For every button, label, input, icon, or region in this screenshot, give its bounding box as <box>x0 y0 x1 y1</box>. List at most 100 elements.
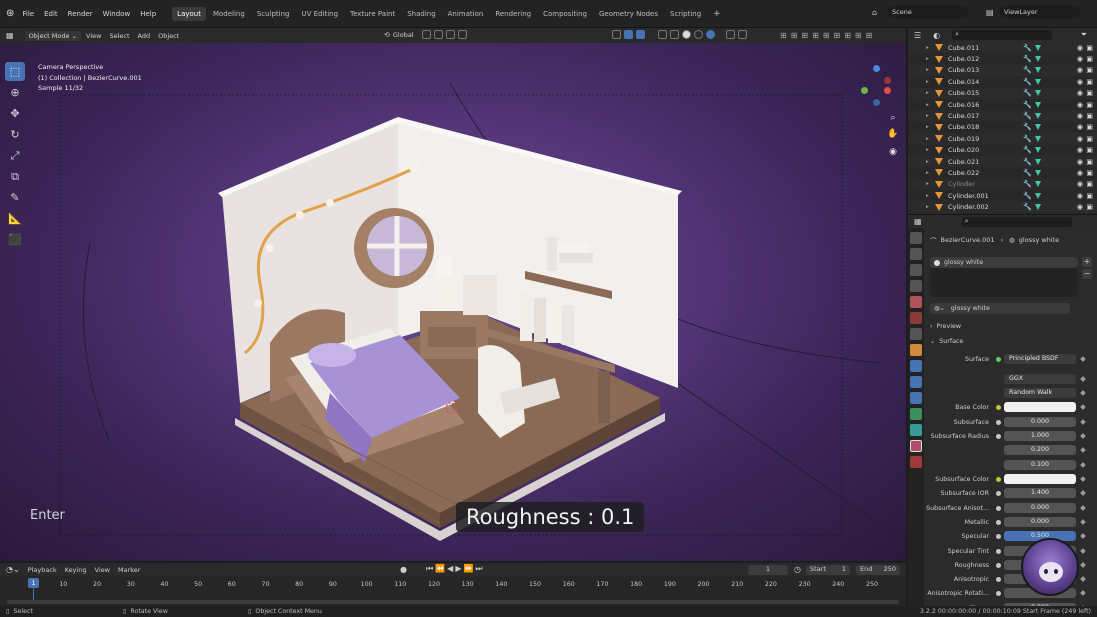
data-tab-icon[interactable] <box>910 424 922 436</box>
visibility-eye-icon[interactable]: ◉ <box>1077 123 1083 131</box>
render-camera-icon[interactable]: ▣ <box>1086 203 1093 211</box>
camera-view-icon[interactable]: ◉ <box>886 145 900 159</box>
modifier-wrench-icon[interactable]: 🔧 <box>1023 169 1032 177</box>
render-camera-icon[interactable]: ▣ <box>1086 192 1093 200</box>
outliner-row[interactable]: ▸ Cube.020 🔧 ◉ ▣ <box>908 145 1097 156</box>
visibility-eye-icon[interactable]: ◉ <box>1077 89 1083 97</box>
visibility-eye-icon[interactable]: ◉ <box>1077 101 1083 109</box>
surface-panel-header[interactable]: ⌄ Surface <box>930 338 963 345</box>
pause-render-icon[interactable] <box>726 30 735 39</box>
menu-help[interactable]: Help <box>140 10 156 18</box>
texture-tab-icon[interactable] <box>910 456 922 468</box>
orientation-dropdown[interactable]: Global <box>393 31 414 39</box>
filter-icon[interactable]: ⏷ <box>1081 30 1087 40</box>
mesh-data-icon[interactable] <box>1035 181 1041 188</box>
add-workspace-button[interactable]: + <box>708 6 726 22</box>
output-tab-icon[interactable] <box>910 264 922 276</box>
expand-arrow-icon[interactable]: ▸ <box>926 67 929 73</box>
slot-add-button[interactable]: + <box>1082 257 1092 267</box>
transform-tool[interactable]: ⧉ <box>5 167 25 186</box>
menu-edit[interactable]: Edit <box>44 10 58 18</box>
modifier-wrench-icon[interactable]: 🔧 <box>1023 66 1032 74</box>
tab-modeling[interactable]: Modeling <box>208 7 250 21</box>
tab-texture-paint[interactable]: Texture Paint <box>345 7 400 21</box>
mesh-data-icon[interactable] <box>1035 169 1041 176</box>
mesh-data-icon[interactable] <box>1035 78 1041 85</box>
keyframe-icon[interactable] <box>1080 356 1086 362</box>
shading-wireframe-icon[interactable] <box>670 30 679 39</box>
visibility-icon[interactable] <box>612 30 621 39</box>
modifier-wrench-icon[interactable]: 🔧 <box>1023 55 1032 63</box>
playhead[interactable]: 1 <box>28 578 39 588</box>
outliner-row[interactable]: ▸ Cylinder.001 🔧 ◉ ▣ <box>908 190 1097 201</box>
collection-visibility-icons[interactable]: ⊞⊞⊞⊞⊞⊞⊞⊞⊞ <box>780 31 876 40</box>
mesh-data-icon[interactable] <box>1035 113 1041 120</box>
keyframe-icon[interactable] <box>1080 404 1086 411</box>
move-tool[interactable]: ✥ <box>5 104 25 123</box>
current-frame-field[interactable]: 1 <box>748 565 788 575</box>
keyframe-icon[interactable] <box>1080 519 1086 525</box>
menu-keying[interactable]: Keying <box>65 566 87 574</box>
outliner-row[interactable]: ▸ Cube.012 🔧 ◉ ▣ <box>908 53 1097 64</box>
outliner-row[interactable]: ▸ Cube.013 🔧 ◉ ▣ <box>908 64 1097 77</box>
keyframe-icon[interactable] <box>1080 418 1086 425</box>
3d-viewport[interactable]: ⌕ ✋ ◉ <box>0 43 906 561</box>
modifier-wrench-icon[interactable]: 🔧 <box>1023 101 1032 109</box>
keyframe-icon[interactable] <box>1080 590 1086 597</box>
outliner-row[interactable]: ▸ Cube.019 🔧 ◉ ▣ <box>908 133 1097 145</box>
property-field[interactable]: 1.400 <box>1004 488 1076 499</box>
render-camera-icon[interactable]: ▣ <box>1086 123 1093 131</box>
socket-dot-icon[interactable] <box>996 505 1001 511</box>
scene-icon[interactable]: ⌂ <box>872 8 877 17</box>
visibility-eye-icon[interactable]: ◉ <box>1077 169 1083 177</box>
tab-rendering[interactable]: Rendering <box>490 7 536 21</box>
menu-view[interactable]: View <box>86 32 101 40</box>
outliner-row[interactable]: ▸ Cube.021 🔧 ◉ ▣ <box>908 155 1097 168</box>
modifier-wrench-icon[interactable]: 🔧 <box>1023 78 1032 86</box>
gizmo-toggle-icon[interactable] <box>624 30 633 39</box>
physics-tab-icon[interactable] <box>910 392 922 404</box>
tab-animation[interactable]: Animation <box>443 7 489 21</box>
tab-uv-editing[interactable]: UV Editing <box>297 7 344 21</box>
keyframe-icon[interactable] <box>1080 390 1086 397</box>
menu-add[interactable]: Add <box>138 32 151 40</box>
expand-arrow-icon[interactable]: ▸ <box>926 102 929 108</box>
expand-arrow-icon[interactable]: ▸ <box>926 124 929 130</box>
modifier-wrench-icon[interactable]: 🔧 <box>1023 203 1032 211</box>
property-field[interactable]: 0.000 <box>1004 416 1076 427</box>
slot-remove-button[interactable]: − <box>1082 269 1092 279</box>
rotate-tool[interactable]: ↻ <box>5 125 25 144</box>
socket-dot-icon[interactable] <box>996 491 1001 497</box>
outliner-row[interactable]: ▸ Cube.014 🔧 ◉ ▣ <box>908 76 1097 87</box>
gizmo-neg-x[interactable] <box>884 77 891 84</box>
keyframe-icon[interactable] <box>1080 447 1086 454</box>
visibility-eye-icon[interactable]: ◉ <box>1077 146 1083 154</box>
menu-object[interactable]: Object <box>158 32 179 40</box>
render-camera-icon[interactable]: ▣ <box>1086 112 1093 120</box>
zoom-icon[interactable]: ⌕ <box>886 111 900 125</box>
keyframe-icon[interactable] <box>1080 376 1086 382</box>
end-frame-field[interactable]: End 250 <box>856 565 900 575</box>
keyframe-icon[interactable] <box>1080 476 1086 482</box>
property-field[interactable]: GGX <box>1004 374 1076 384</box>
visibility-eye-icon[interactable]: ◉ <box>1077 78 1083 86</box>
viewlayer-field[interactable]: ViewLayer <box>1000 6 1080 18</box>
pivot-icon[interactable] <box>421 30 431 39</box>
modifier-tab-icon[interactable] <box>910 360 922 372</box>
property-field[interactable]: 0.200 <box>1004 445 1076 456</box>
property-field[interactable] <box>1004 402 1076 413</box>
add-cube-tool[interactable]: ⬛ <box>5 230 25 249</box>
menu-file[interactable]: File <box>22 10 34 18</box>
outliner[interactable]: ▸ Cube.011 🔧 ◉ ▣ ▸ Cube.012 🔧 ◉ ▣ ▸ Cube.013 🔧 ◉ ▣ ▸ Cub… <box>908 42 1097 214</box>
snap-target-icon[interactable] <box>445 30 455 39</box>
keyframe-icon[interactable] <box>1080 533 1086 540</box>
render-camera-icon[interactable]: ▣ <box>1086 146 1093 154</box>
tab-compositing[interactable]: Compositing <box>538 7 592 21</box>
gizmo-z-axis[interactable] <box>873 65 880 72</box>
socket-dot-icon[interactable] <box>996 405 1001 411</box>
gizmo-neg-z[interactable] <box>873 99 880 106</box>
menu-playback[interactable]: Playback <box>28 566 57 574</box>
render-camera-icon[interactable]: ▣ <box>1086 89 1093 97</box>
outliner-row[interactable]: ▸ Cube.022 🔧 ◉ ▣ <box>908 167 1097 178</box>
expand-arrow-icon[interactable]: ▸ <box>926 170 929 176</box>
